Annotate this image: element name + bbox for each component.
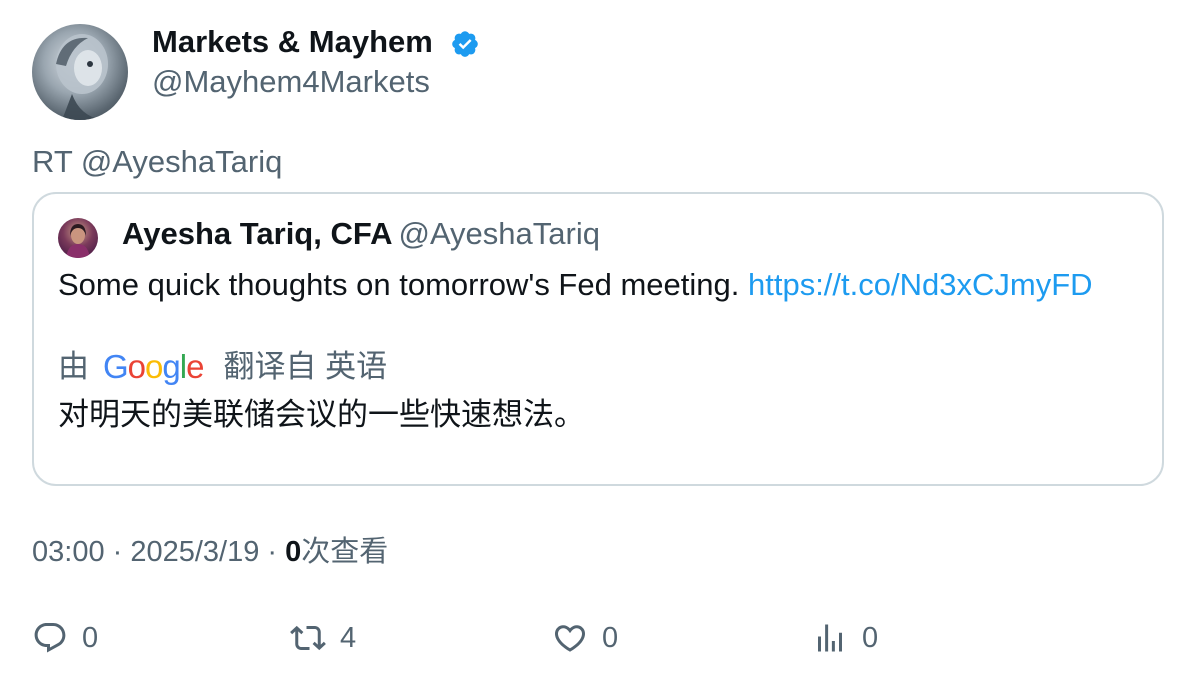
author-avatar[interactable] xyxy=(32,24,128,120)
quoted-author-name[interactable]: Ayesha Tariq, CFA xyxy=(122,216,392,251)
views-button[interactable]: 0 xyxy=(812,620,878,656)
translation-attribution: 由 Google 翻译自 英语 xyxy=(58,346,387,388)
tweet-time[interactable]: 03:00 xyxy=(32,536,105,568)
retweet-count: 4 xyxy=(340,621,357,654)
views-chart-icon xyxy=(818,624,842,652)
reply-button[interactable]: 0 xyxy=(32,620,98,656)
quoted-author-handle[interactable]: @AyeshaTariq xyxy=(398,216,600,251)
translation-by-label: 由 xyxy=(58,349,89,384)
quoted-tweet-text: Some quick thoughts on tomorrow's Fed me… xyxy=(58,264,1093,306)
retweet-icon xyxy=(290,625,326,651)
views-action-count: 0 xyxy=(862,621,879,654)
translated-text: 对明天的美联储会议的一些快速想法。 xyxy=(58,397,585,432)
quoted-author-avatar[interactable] xyxy=(58,218,98,258)
quoted-tweet-link[interactable]: https://t.co/Nd3xCJmyFD xyxy=(748,267,1093,302)
author-display-name[interactable]: Markets & Mayhem xyxy=(152,22,433,62)
tweet-meta: 03:00 · 2025/3/19 · 0次查看 xyxy=(32,532,388,572)
author-handle[interactable]: @Mayhem4Markets xyxy=(152,62,430,102)
heart-icon xyxy=(554,625,586,652)
translation-from-label[interactable]: 翻译自 英语 xyxy=(223,346,387,388)
retweet-button[interactable]: 4 xyxy=(290,620,356,656)
meta-separator: · xyxy=(259,536,286,568)
retweet-line: RT @AyeshaTariq xyxy=(32,144,283,179)
quoted-text-body: Some quick thoughts on tomorrow's Fed me… xyxy=(58,267,748,302)
like-button[interactable]: 0 xyxy=(552,620,618,656)
tweet-date[interactable]: 2025/3/19 xyxy=(130,536,259,568)
reply-count: 0 xyxy=(82,621,99,654)
tweet-actions: 0 4 0 0 xyxy=(0,612,1196,668)
verified-badge-icon xyxy=(452,31,478,57)
google-logo-icon: Google xyxy=(103,348,204,385)
like-count: 0 xyxy=(602,621,619,654)
reply-icon xyxy=(34,623,66,653)
quoted-tweet-card[interactable]: Ayesha Tariq, CFA @AyeshaTariq Some quick… xyxy=(32,192,1164,486)
views-count: 0 xyxy=(285,536,302,568)
quoted-author-line: Ayesha Tariq, CFA @AyeshaTariq xyxy=(122,214,600,254)
views-label: 次查看 xyxy=(301,536,389,568)
meta-separator: · xyxy=(104,536,131,568)
